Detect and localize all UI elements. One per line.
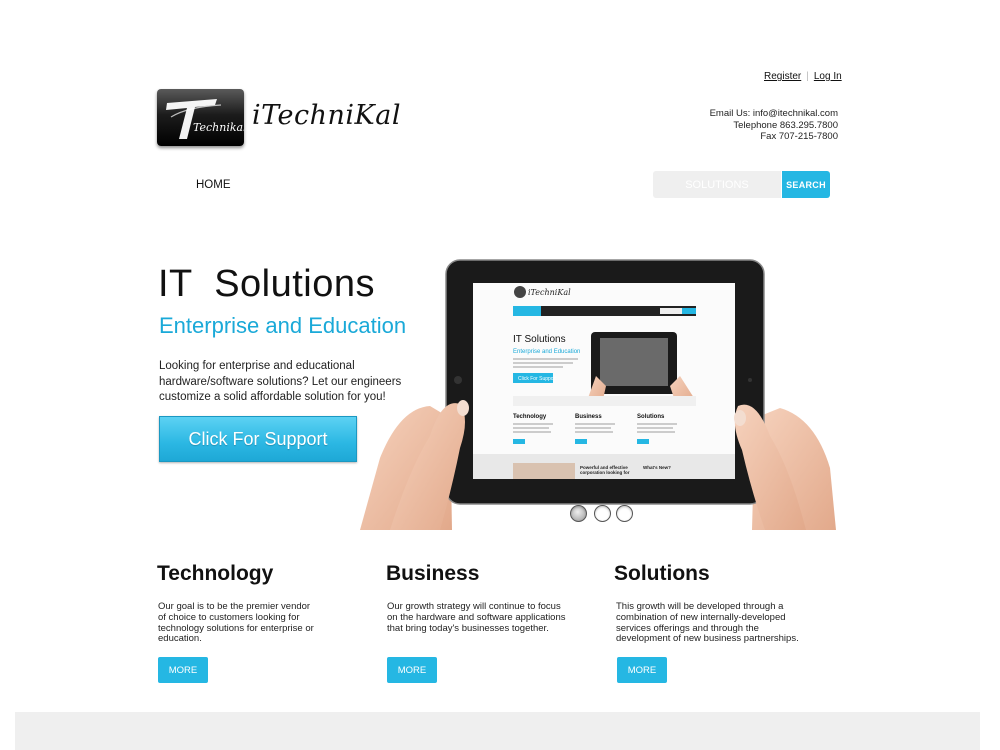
slider-dots	[570, 505, 636, 525]
footer-bar	[15, 712, 980, 750]
support-button[interactable]: Click For Support	[159, 416, 357, 462]
more-button-business[interactable]: MORE	[387, 657, 437, 683]
contact-telephone: Telephone 863.295.7800	[733, 119, 838, 131]
svg-text:What's New?: What's New?	[643, 465, 671, 470]
feature-text-business: Our growth strategy will continue to foc…	[387, 601, 566, 634]
slide-dot-3[interactable]	[616, 505, 633, 522]
feature-title-technology: Technology	[157, 562, 274, 585]
feature-title-solutions: Solutions	[614, 562, 710, 585]
more-button-solutions[interactable]: MORE	[617, 657, 667, 683]
logo-text[interactable]: iTechniKal	[252, 100, 401, 131]
svg-text:IT Solutions: IT Solutions	[513, 334, 566, 345]
logo-icon[interactable]: Technikal	[157, 89, 244, 146]
svg-text:Business: Business	[575, 414, 602, 420]
hero-title: IT Solutions	[158, 263, 376, 305]
svg-text:Solutions: Solutions	[637, 414, 665, 420]
svg-text:Enterprise and Education: Enterprise and Education	[513, 349, 580, 355]
search-button[interactable]: SEARCH	[782, 171, 830, 198]
slide-dot-1[interactable]	[570, 505, 587, 522]
search-input[interactable]	[653, 171, 781, 198]
link-separator: |	[806, 71, 809, 82]
nav-home[interactable]: HOME	[196, 179, 231, 191]
tablet-hero-image: iTechniKal IT Solutions Enterprise and E…	[360, 258, 836, 530]
more-button-technology[interactable]: MORE	[158, 657, 208, 683]
register-link[interactable]: Register	[764, 71, 801, 82]
svg-text:Click For Support: Click For Support	[518, 376, 557, 382]
svg-text:Technology: Technology	[513, 414, 547, 420]
account-links: Register | Log In	[764, 71, 842, 82]
svg-text:iTechniKal: iTechniKal	[528, 288, 571, 297]
feature-text-solutions: This growth will be developed through a …	[616, 601, 799, 645]
slide-dot-2[interactable]	[594, 505, 611, 522]
contact-fax: Fax 707-215-7800	[760, 131, 838, 142]
feature-text-technology: Our goal is to be the premier vendor of …	[158, 601, 314, 645]
contact-email: Email Us: info@itechnikal.com	[709, 108, 838, 119]
feature-title-business: Business	[386, 562, 480, 585]
contact-info: Email Us: info@itechnikal.com Telephone …	[710, 108, 838, 143]
login-link[interactable]: Log In	[814, 71, 842, 82]
svg-text:corporation looking for: corporation looking for	[580, 470, 630, 475]
logo-mark-text: Technikal	[193, 121, 244, 134]
